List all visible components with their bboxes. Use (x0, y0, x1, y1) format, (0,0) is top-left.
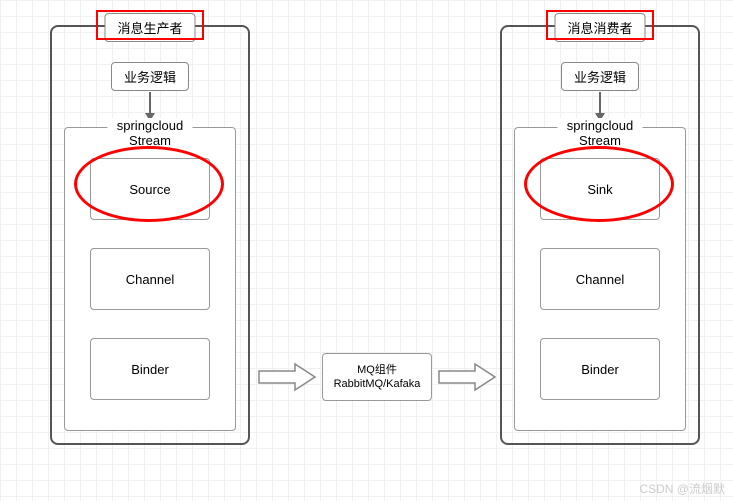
block-arrow-right-icon (257, 362, 317, 392)
source-box: Source (90, 158, 210, 220)
producer-binder-box: Binder (90, 338, 210, 400)
consumer-stream-label: springcloud Stream (558, 118, 643, 148)
producer-container: 消息生产者 业务逻辑 springcloud Stream Source Cha… (50, 25, 250, 445)
arrow-down-icon (149, 92, 151, 120)
consumer-title: 消息消费者 (554, 13, 645, 42)
mq-box: MQ组件 RabbitMQ/Kafaka (322, 353, 432, 401)
producer-stream-box: springcloud Stream Source Channel Binder (64, 127, 236, 431)
consumer-binder-box: Binder (540, 338, 660, 400)
consumer-logic: 业务逻辑 (561, 62, 639, 91)
mq-label-2: RabbitMQ/Kafaka (334, 377, 421, 391)
sink-box: Sink (540, 158, 660, 220)
block-arrow-right-icon (437, 362, 497, 392)
arrow-down-icon (599, 92, 601, 120)
producer-stream-label: springcloud Stream (108, 118, 193, 148)
producer-channel-box: Channel (90, 248, 210, 310)
consumer-stream-box: springcloud Stream Sink Channel Binder (514, 127, 686, 431)
producer-logic: 业务逻辑 (111, 62, 189, 91)
producer-title: 消息生产者 (104, 13, 195, 42)
watermark: CSDN @流烟默 (639, 480, 725, 497)
consumer-channel-box: Channel (540, 248, 660, 310)
mq-label-1: MQ组件 (357, 363, 397, 377)
consumer-container: 消息消费者 业务逻辑 springcloud Stream Sink Chann… (500, 25, 700, 445)
